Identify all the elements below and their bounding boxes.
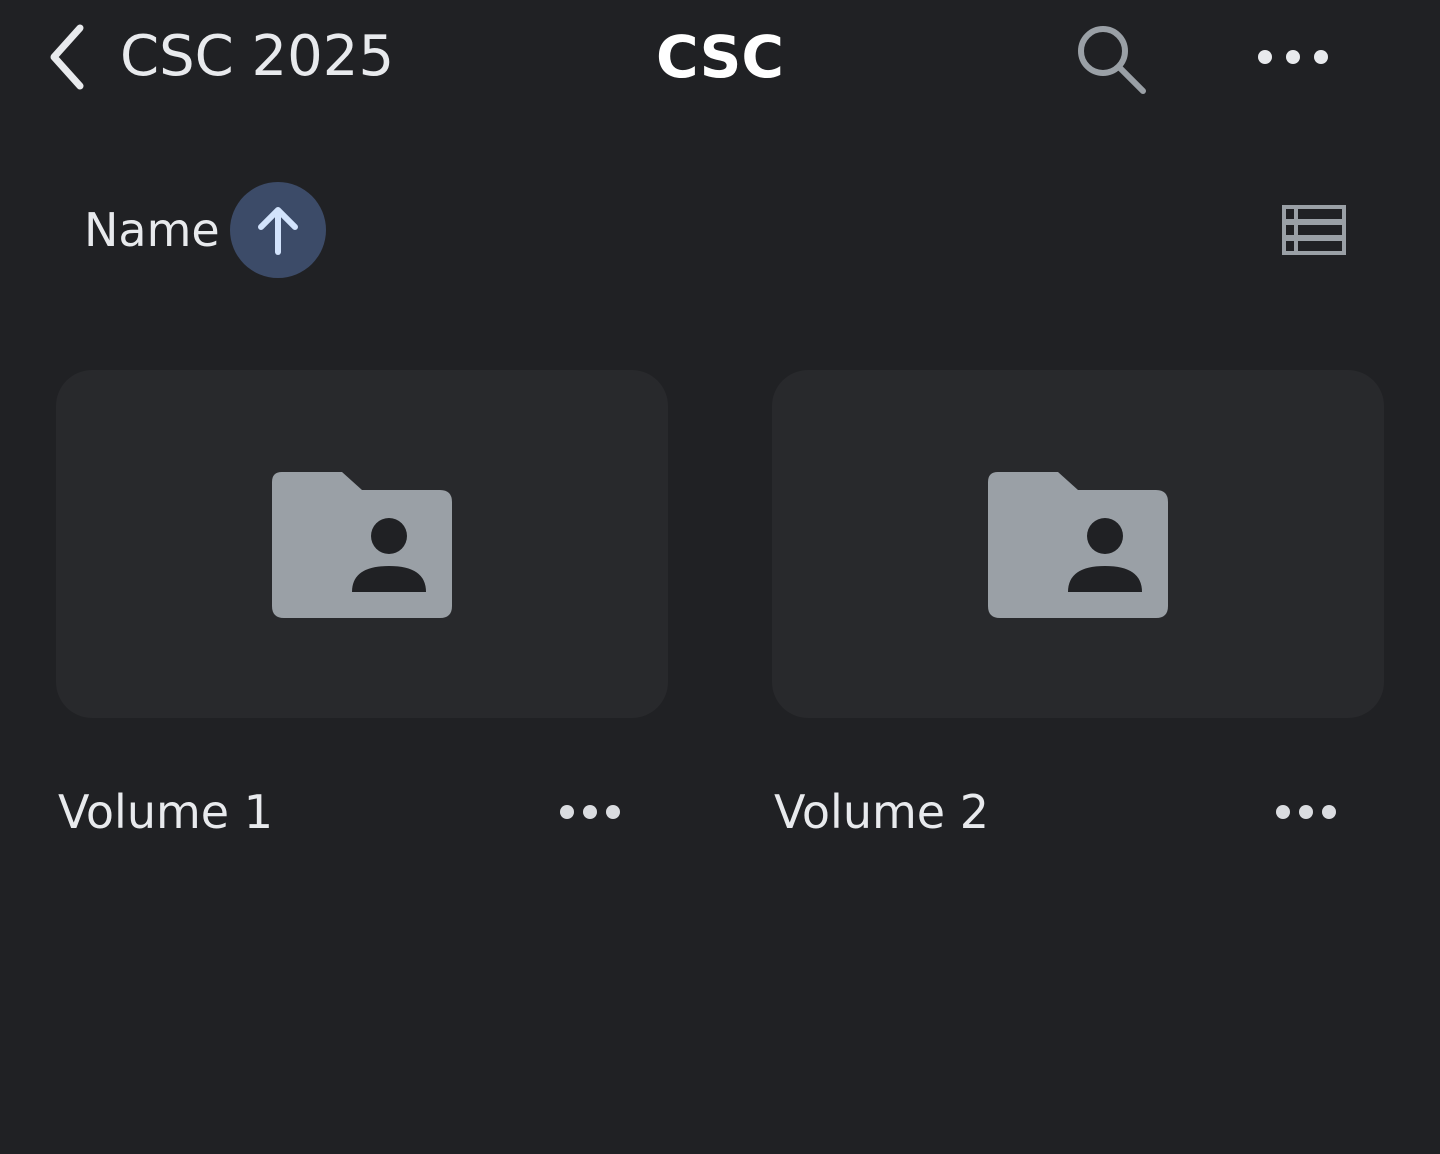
- more-horizontal-icon: [1258, 50, 1328, 64]
- list-view-toggle[interactable]: [1278, 200, 1350, 260]
- sort-direction-button[interactable]: [230, 182, 326, 278]
- sort-by-name-label[interactable]: Name: [84, 180, 220, 280]
- back-label[interactable]: CSC 2025: [120, 22, 394, 92]
- arrow-up-icon: [258, 207, 298, 255]
- list-view-icon: [1282, 205, 1346, 255]
- shared-folder-icon: [988, 472, 1168, 618]
- sort-bar: Name: [0, 180, 1440, 280]
- page-title: CSC: [656, 23, 784, 91]
- more-horizontal-icon: [560, 805, 620, 819]
- top-app-bar: CSC 2025 CSC: [0, 0, 1440, 120]
- chevron-left-icon: [50, 24, 84, 90]
- folder-thumbnail[interactable]: [772, 370, 1384, 718]
- back-button[interactable]: [36, 22, 96, 92]
- search-icon: [1078, 26, 1146, 94]
- folder-name[interactable]: Volume 1: [58, 780, 273, 844]
- more-horizontal-icon: [1276, 805, 1336, 819]
- folder-more-button[interactable]: [1270, 790, 1342, 834]
- folder-more-button[interactable]: [554, 790, 626, 834]
- search-button[interactable]: [1070, 20, 1154, 100]
- folder-thumbnail[interactable]: [56, 370, 668, 718]
- folder-name[interactable]: Volume 2: [774, 780, 989, 844]
- more-options-button[interactable]: [1250, 30, 1336, 84]
- shared-folder-icon: [272, 472, 452, 618]
